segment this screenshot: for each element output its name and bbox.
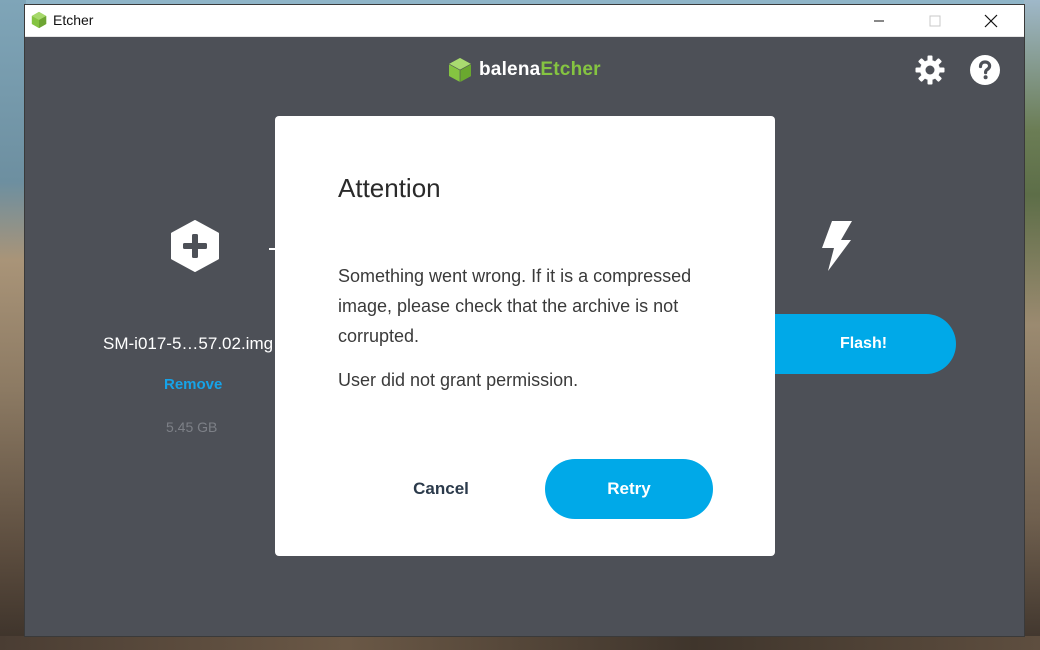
add-image-icon[interactable]: [170, 220, 220, 272]
desktop-wallpaper-right: [1024, 0, 1040, 650]
settings-icon[interactable]: [914, 54, 946, 86]
image-size: 5.45 GB: [166, 419, 218, 435]
dialog-detail: User did not grant permission.: [338, 370, 579, 390]
error-dialog: Attention Something went wrong. If it is…: [275, 116, 775, 556]
dialog-message: Something went wrong. If it is a compres…: [338, 266, 692, 346]
brand-suffix: Etcher: [540, 59, 601, 80]
brand-logo: balenaEtcher: [447, 55, 601, 85]
app-window: Etcher balenaEtcher SM-i017-5…57.02.img …: [25, 5, 1024, 636]
help-icon[interactable]: [969, 54, 1001, 86]
desktop-wallpaper-left: [0, 0, 26, 650]
balena-cube-icon: [448, 58, 472, 82]
close-button[interactable]: [963, 5, 1019, 36]
remove-image-link[interactable]: Remove: [164, 376, 222, 393]
brand-prefix: balena: [479, 59, 541, 80]
maximize-button[interactable]: [907, 5, 963, 36]
dialog-title: Attention: [338, 173, 441, 203]
window-title: Etcher: [53, 12, 94, 28]
image-filename: SM-i017-5…57.02.img: [103, 334, 274, 353]
app-body: balenaEtcher SM-i017-5…57.02.img Remove …: [25, 36, 1024, 636]
maximize-icon: [929, 15, 941, 26]
etcher-app-icon: [31, 11, 47, 29]
close-icon: [984, 14, 998, 27]
retry-button[interactable]: Retry: [545, 459, 713, 519]
flash-icon: [822, 221, 852, 271]
cancel-button[interactable]: Cancel: [391, 459, 491, 519]
minimize-icon: [874, 20, 884, 21]
minimize-button[interactable]: [851, 5, 907, 36]
title-bar[interactable]: Etcher: [25, 5, 1024, 37]
desktop-wallpaper-bottom: [0, 636, 1040, 650]
